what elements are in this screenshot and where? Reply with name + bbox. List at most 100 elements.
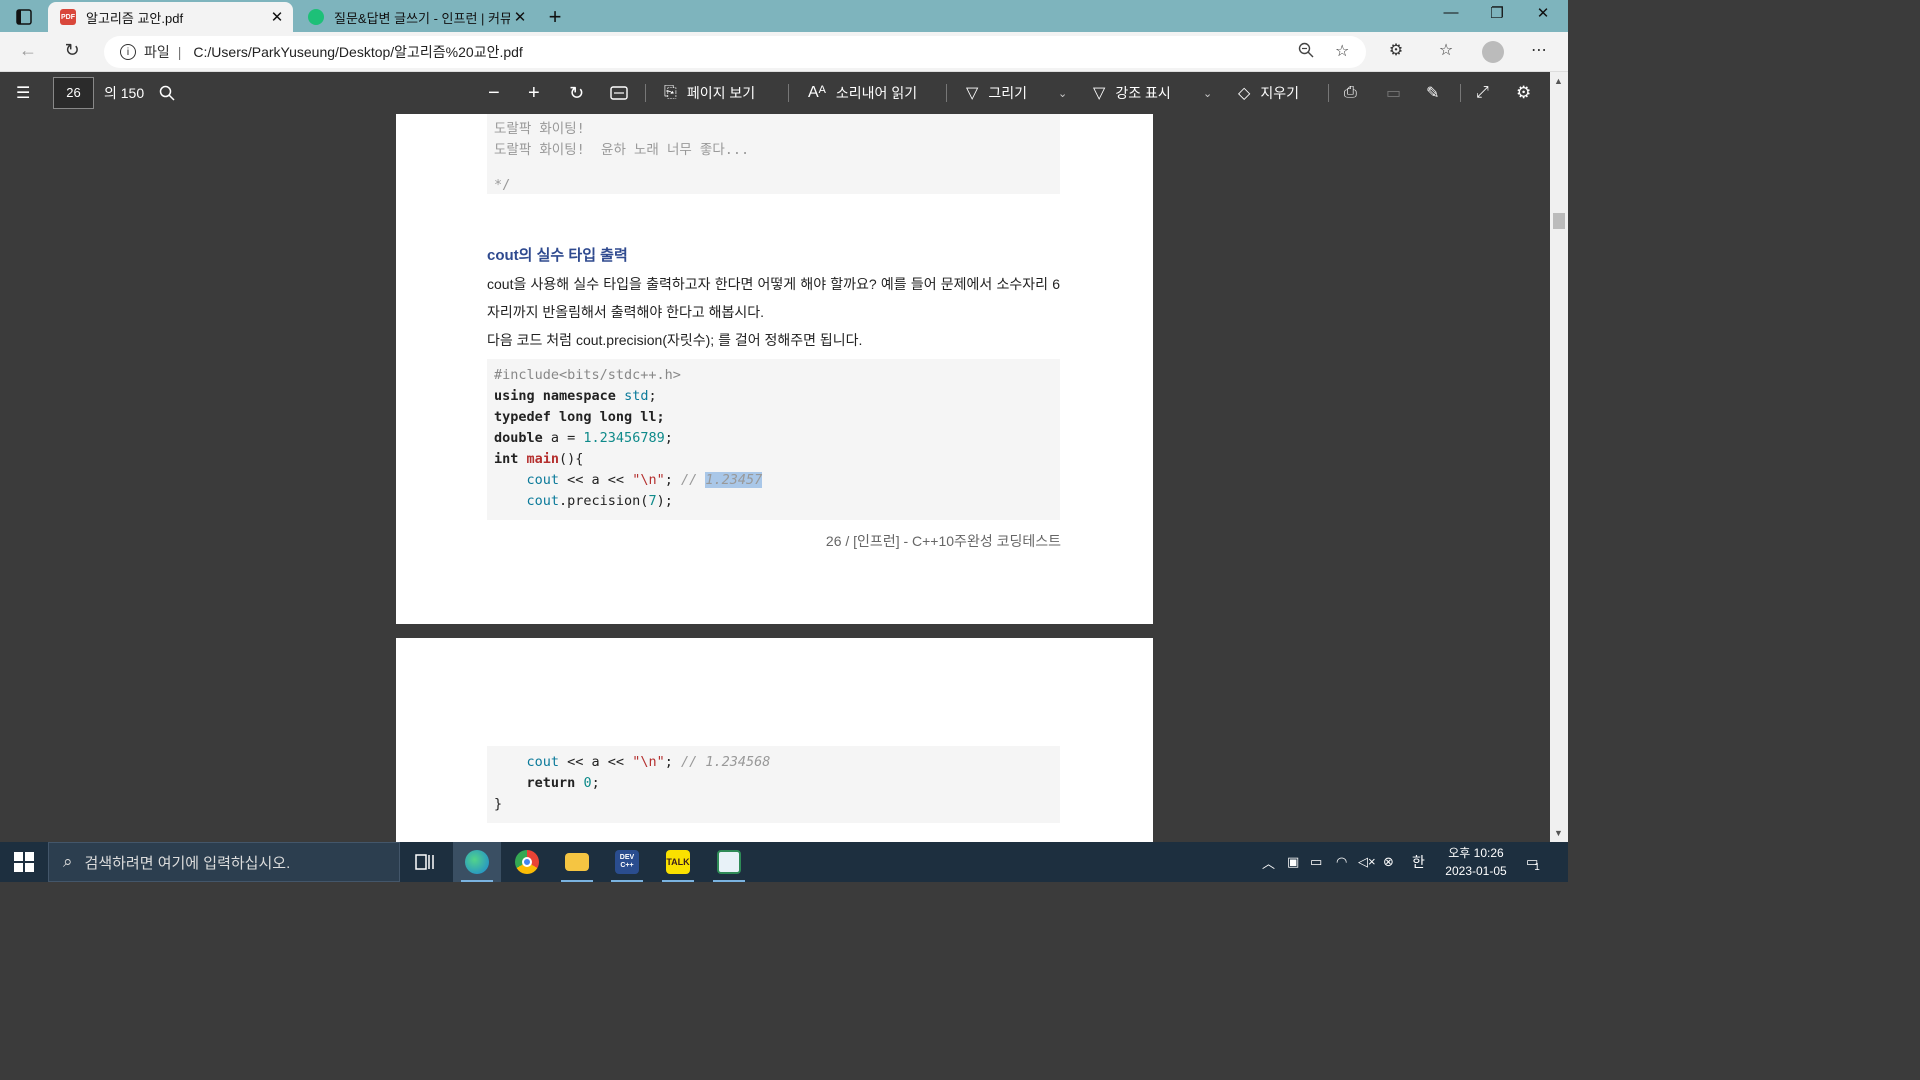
zoom-icon[interactable] bbox=[1298, 42, 1314, 63]
pdf-page: 도랄팍 화이팅! 도랄팍 화이팅! 윤하 노래 너무 좋다... */ cout의 … bbox=[396, 114, 1153, 624]
read-aloud-button[interactable]: Aᴬ 소리내어 읽기 bbox=[808, 72, 917, 114]
taskbar-chrome[interactable] bbox=[503, 842, 551, 882]
page-number-input[interactable]: 26 bbox=[53, 77, 94, 109]
code-block: 도랄팍 화이팅! 도랄팍 화이팅! 윤하 노래 너무 좋다... */ bbox=[487, 114, 1060, 194]
find-button[interactable] bbox=[159, 72, 175, 114]
pdf-toolbar: ☰ 26 의 150 − + ↻ ⎘ 페이지 보기 Aᴬ 소리내어 읽기 ▽ 그… bbox=[0, 72, 1568, 114]
code-line: cout << a << "\n"; // 1.23457 bbox=[526, 472, 763, 488]
highlight-options-button[interactable]: ⌄ bbox=[1203, 72, 1212, 114]
code-line: using namespace std; bbox=[494, 388, 657, 404]
task-view-icon bbox=[415, 854, 434, 870]
favorites-icon[interactable]: ☆ bbox=[1434, 40, 1458, 64]
clock[interactable]: 오후 10:26 2023-01-05 bbox=[1434, 844, 1518, 880]
highlight-icon: ▽ bbox=[1093, 85, 1106, 102]
toolbar-divider bbox=[1328, 84, 1329, 102]
task-view-button[interactable] bbox=[401, 842, 449, 882]
show-hidden-icons[interactable]: ︿ bbox=[1262, 842, 1275, 882]
scrollbar-thumb[interactable] bbox=[1553, 213, 1565, 229]
info-icon[interactable]: i bbox=[120, 44, 136, 60]
draw-options-button[interactable]: ⌄ bbox=[1058, 72, 1067, 114]
url-separator: | bbox=[177, 44, 182, 60]
url-field[interactable]: i 파일 | C:/Users/ParkYuseung/Desktop/알고리즘… bbox=[104, 36, 1366, 68]
pdf-settings-button[interactable]: ⚙ bbox=[1516, 72, 1531, 114]
page-view-button[interactable]: ⎘ 페이지 보기 bbox=[664, 72, 755, 114]
code-block: cout << a << "\n"; // 1.234568 return 0;… bbox=[487, 746, 1060, 823]
tab-close-button[interactable]: ✕ bbox=[510, 8, 530, 26]
zoom-out-button[interactable]: − bbox=[488, 72, 500, 114]
scroll-up-icon[interactable]: ▲ bbox=[1554, 76, 1563, 86]
vertical-scrollbar[interactable]: ▲ ▼ bbox=[1550, 72, 1568, 842]
clock-time: 오후 10:26 bbox=[1448, 846, 1504, 860]
save-as-button[interactable]: ✎ bbox=[1426, 72, 1439, 114]
taskbar-search[interactable]: ⌕ 검색하려면 여기에 입력하십시오. bbox=[48, 842, 400, 882]
extensions-icon[interactable]: ⚙ bbox=[1384, 40, 1408, 64]
eraser-icon: ◇ bbox=[1238, 85, 1251, 102]
back-arrow-icon: ← bbox=[19, 40, 37, 60]
add-favorite-icon[interactable]: ☆ bbox=[1335, 41, 1349, 61]
search-icon: ⌕ bbox=[63, 852, 73, 871]
clock-date: 2023-01-05 bbox=[1445, 864, 1507, 878]
chevron-down-icon: ⌄ bbox=[1058, 87, 1068, 100]
code-line: #include<bits/stdc++.h> bbox=[494, 367, 681, 383]
notification-count: 1 bbox=[1534, 861, 1540, 873]
toolbar-divider bbox=[1460, 84, 1461, 102]
text-selection: 1.23457 bbox=[705, 472, 763, 488]
window-close-button[interactable]: ✕ bbox=[1520, 4, 1566, 22]
rotate-button[interactable]: ↻ bbox=[569, 72, 584, 114]
devc-icon: DEV C++ bbox=[615, 850, 639, 874]
highlight-label: 강조 표시 bbox=[1115, 85, 1171, 101]
error-icon[interactable]: ⊗ bbox=[1383, 842, 1394, 882]
tab-pdf[interactable]: PDF 알고리즘 교안.pdf ✕ bbox=[48, 2, 293, 32]
taskbar-kakaotalk[interactable]: TALK bbox=[654, 842, 702, 882]
kakaotalk-icon: TALK bbox=[666, 850, 690, 874]
start-button[interactable] bbox=[14, 852, 34, 872]
taskbar-file-explorer[interactable] bbox=[553, 842, 601, 882]
toolbar-divider bbox=[946, 84, 947, 102]
minimize-button[interactable]: — bbox=[1428, 4, 1474, 21]
code-line: double a = 1.23456789; bbox=[494, 430, 673, 446]
ime-indicator[interactable]: 한 bbox=[1412, 842, 1425, 882]
section-title: cout의 실수 타입 출력 bbox=[487, 247, 628, 264]
file-explorer-icon bbox=[565, 853, 589, 871]
meet-now-icon[interactable]: ▣ bbox=[1287, 842, 1299, 882]
url-scheme: 파일 bbox=[144, 44, 170, 60]
print-button[interactable]: ⎙ bbox=[1344, 72, 1357, 114]
draw-button[interactable]: ▽ 그리기 bbox=[966, 72, 1027, 114]
code-line: typedef long long ll; bbox=[494, 409, 665, 425]
volume-mute-icon[interactable]: ◁× bbox=[1358, 842, 1376, 882]
toolbar-divider bbox=[645, 84, 646, 102]
wifi-icon[interactable]: ◠ bbox=[1336, 842, 1347, 882]
battery-icon[interactable]: ▭ bbox=[1310, 842, 1322, 882]
code-line: } bbox=[494, 796, 503, 812]
tab-actions-button[interactable] bbox=[10, 6, 38, 28]
contents-button[interactable]: ☰ bbox=[16, 72, 30, 114]
save-icon: ▭ bbox=[1386, 85, 1402, 102]
expand-icon: ⤢ bbox=[1476, 84, 1489, 101]
draw-label: 그리기 bbox=[988, 85, 1027, 101]
erase-label: 지우기 bbox=[1260, 85, 1299, 101]
taskbar-edge[interactable] bbox=[453, 842, 501, 882]
erase-button[interactable]: ◇ 지우기 bbox=[1238, 72, 1299, 114]
profile-avatar[interactable] bbox=[1482, 41, 1504, 63]
taskbar-devc[interactable]: DEV C++ bbox=[603, 842, 651, 882]
draw-icon: ▽ bbox=[966, 85, 979, 102]
refresh-button[interactable]: ↻ bbox=[58, 40, 86, 64]
fullscreen-button[interactable]: ⤢ bbox=[1476, 72, 1489, 114]
zoom-in-button[interactable]: + bbox=[528, 72, 540, 114]
back-button[interactable]: ← bbox=[14, 40, 42, 64]
page-view-label: 페이지 보기 bbox=[686, 85, 756, 101]
tab-inflearn[interactable]: 질문&답변 글쓰기 - 인프런 | 커뮤 ✕ bbox=[296, 2, 536, 32]
scroll-down-icon[interactable]: ▼ bbox=[1554, 828, 1563, 838]
fit-width-button[interactable] bbox=[610, 72, 628, 114]
more-icon[interactable]: ⋯ bbox=[1527, 40, 1551, 64]
code-line: cout << a << "\n"; // 1.234568 bbox=[526, 754, 771, 770]
tab-close-button[interactable]: ✕ bbox=[267, 8, 287, 26]
tab-actions-icon bbox=[16, 9, 32, 25]
new-tab-button[interactable]: + bbox=[542, 4, 568, 30]
notification-center[interactable]: ▭ 1 bbox=[1526, 842, 1540, 882]
restore-button[interactable]: ❐ bbox=[1474, 4, 1520, 22]
highlight-button[interactable]: ▽ 강조 표시 bbox=[1093, 72, 1171, 114]
taskbar-notepad[interactable] bbox=[705, 842, 753, 882]
save-button[interactable]: ▭ bbox=[1386, 72, 1401, 114]
